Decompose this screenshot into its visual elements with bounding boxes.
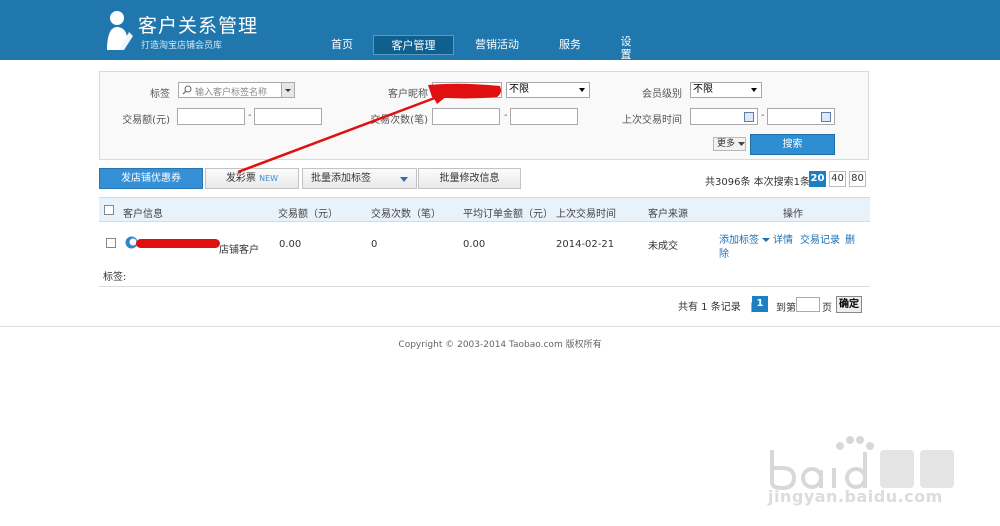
watermark-url: jingyan.baidu.com bbox=[768, 487, 943, 506]
